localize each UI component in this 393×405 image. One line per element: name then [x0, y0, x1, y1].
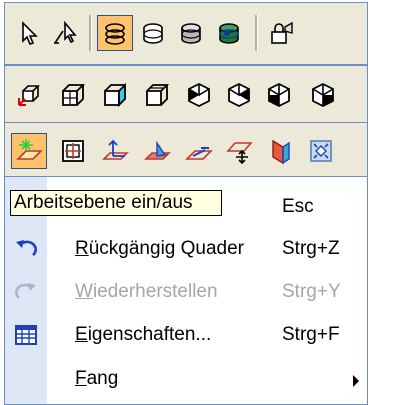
menu-item-label: Eigenschaften...: [75, 324, 212, 345]
properties-icon: [15, 325, 37, 345]
menu-item-undo[interactable]: Rückgängig Quader Strg+Z: [5, 229, 369, 269]
camera-lock-icon: [271, 21, 293, 44]
menu-item-label: Fang: [75, 368, 119, 389]
view-right-icon: [104, 82, 126, 108]
redo-icon: [15, 283, 36, 299]
view-3d-axes-icon: [18, 85, 40, 106]
plane-move-button[interactable]: [221, 133, 257, 169]
camera-lock-button[interactable]: [263, 15, 299, 51]
menu-shortcut: Strg+Z: [282, 238, 340, 259]
plane-grid-button[interactable]: [55, 133, 91, 169]
plane-section-icon: [272, 139, 290, 165]
zoom-extents-icon: [310, 140, 332, 162]
render-hidden-button[interactable]: [135, 15, 171, 51]
toolbar-views: [4, 65, 368, 125]
view-front-icon: [62, 84, 86, 106]
menu-item-properties[interactable]: Eigenschaften... Strg+F: [5, 315, 369, 355]
render-hidden-icon: [143, 23, 163, 44]
view-top-button[interactable]: [139, 77, 175, 113]
select-edit-button[interactable]: [47, 15, 83, 51]
view-iso-1-icon: [188, 82, 210, 108]
view-iso-1-button[interactable]: [181, 77, 217, 113]
view-iso-4-icon: [312, 82, 334, 108]
view-right-button[interactable]: [97, 77, 133, 113]
view-top-icon: [146, 84, 170, 106]
render-wireframe-button[interactable]: [97, 15, 133, 51]
plane-edit-icon: [185, 147, 213, 160]
view-front-button[interactable]: [55, 77, 91, 113]
plane-grid-icon: [62, 140, 84, 162]
select-arrow-icon: [22, 21, 38, 45]
toolbar-view-modes: [4, 2, 368, 65]
separator: [89, 15, 92, 51]
view-iso-3-button[interactable]: [261, 77, 297, 113]
plane-axes-icon: [102, 139, 129, 160]
render-texture-icon: [219, 23, 239, 44]
menu-item-redo[interactable]: Wiederherstellen Strg+Y: [5, 272, 369, 312]
render-shaded-icon: [181, 23, 201, 44]
render-wireframe-icon: [105, 23, 125, 45]
render-texture-button[interactable]: [211, 15, 247, 51]
view-iso-2-button[interactable]: [221, 77, 257, 113]
view-iso-2-icon: [228, 82, 250, 108]
plane-edit-button[interactable]: [181, 133, 217, 169]
select-arrow-button[interactable]: [11, 15, 47, 51]
menu-shortcut: Strg+Y: [282, 281, 341, 302]
view-3d-axes-button[interactable]: [11, 77, 47, 113]
render-shaded-button[interactable]: [173, 15, 209, 51]
work-plane-toggle-icon: [16, 139, 43, 160]
undo-icon: [16, 240, 37, 256]
plane-axes-button[interactable]: [97, 133, 133, 169]
plane-section-button[interactable]: [261, 133, 297, 169]
separator: [255, 15, 258, 51]
toolbar-work-plane: [4, 122, 368, 178]
zoom-extents-button[interactable]: [303, 133, 339, 169]
plane-shaded-button[interactable]: [139, 133, 175, 169]
view-iso-4-button[interactable]: [305, 77, 341, 113]
plane-shaded-icon: [144, 140, 171, 160]
view-iso-3-icon: [268, 82, 290, 108]
select-edit-arrow-icon: [54, 20, 77, 44]
tooltip: Arbeitsebene ein/aus: [10, 190, 222, 216]
plane-move-icon: [226, 142, 253, 165]
menu-shortcut: Strg+F: [282, 324, 340, 345]
menu-shortcut: Esc: [282, 196, 314, 217]
menu-item-label: Rückgängig Quader: [75, 238, 245, 259]
work-plane-toggle-button[interactable]: [11, 133, 47, 169]
menu-item-snap[interactable]: Fang: [5, 359, 369, 399]
submenu-arrow-icon: [353, 375, 359, 387]
menu-item-label: Wiederherstellen: [75, 281, 218, 302]
